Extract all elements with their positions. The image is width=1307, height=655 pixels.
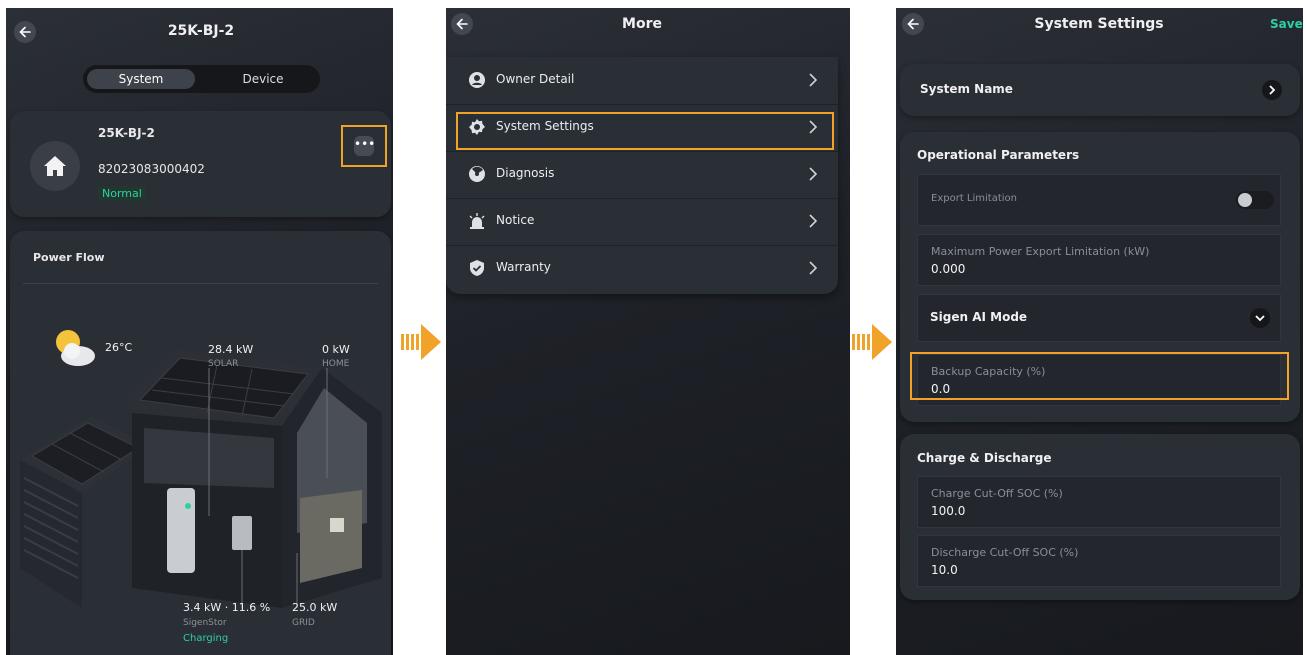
section-title: Operational Parameters (917, 148, 1080, 162)
menu-item-notice[interactable]: Notice (446, 198, 838, 246)
chevron-right-icon (1262, 80, 1282, 100)
field-label: Charge Cut-Off SOC (%) (931, 487, 1063, 500)
battery-label: SigenStor (183, 618, 227, 628)
chevron-right-icon (809, 73, 818, 87)
back-button[interactable] (14, 21, 36, 43)
system-name-row[interactable]: System Name (900, 64, 1300, 116)
grid-value: 25.0 kW (292, 601, 338, 614)
field-label: Sigen AI Mode (930, 310, 1028, 324)
field-value: 10.0 (931, 563, 958, 577)
menu-item-label: Notice (496, 213, 535, 227)
solar-label: SOLAR (208, 359, 239, 369)
grid-label: GRID (292, 618, 315, 628)
tab-system[interactable]: System (87, 69, 195, 89)
field-label: Discharge Cut-Off SOC (%) (931, 546, 1079, 559)
charge-discharge-card: Charge & Discharge Charge Cut-Off SOC (%… (900, 434, 1300, 600)
panel-system-settings: System Settings Save System Name Operati… (896, 8, 1303, 655)
arrow-right-icon (852, 324, 892, 360)
more-options-highlight: ••• (341, 125, 387, 167)
export-limitation-row[interactable]: Export Limitation (917, 174, 1281, 226)
menu-item-diagnosis[interactable]: Diagnosis (446, 151, 838, 199)
field-value: 0.000 (931, 262, 966, 276)
field-value: 100.0 (931, 504, 966, 518)
site-id: 82023083000402 (98, 162, 205, 176)
back-button[interactable] (451, 13, 473, 35)
chevron-right-icon (809, 261, 818, 275)
tab-device[interactable]: Device (213, 69, 313, 89)
status-badge: Normal (98, 186, 146, 201)
person-icon (469, 72, 485, 88)
page-title: More (622, 16, 662, 32)
diagnosis-icon (469, 166, 485, 182)
panel-system-overview: 25K-BJ-2 System Device 25K-BJ-2 82023083… (6, 8, 393, 655)
menu-item-owner-detail[interactable]: Owner Detail (446, 57, 838, 105)
battery-value: 3.4 kW · 11.6 % (183, 601, 271, 614)
alarm-icon (469, 213, 485, 229)
chevron-down-icon (1250, 308, 1270, 328)
menu-item-label: Warranty (496, 260, 551, 274)
power-flow-title: Power Flow (33, 251, 105, 264)
chevron-right-icon (809, 167, 818, 181)
site-card[interactable]: 25K-BJ-2 82023083000402 Normal (10, 111, 391, 217)
more-menu: Owner Detail System Settings Diagnosis N… (446, 57, 838, 294)
system-name-label: System Name (920, 82, 1013, 96)
home-icon (30, 141, 80, 191)
more-options-icon[interactable]: ••• (354, 136, 375, 156)
home-value: 0 kW (322, 343, 350, 356)
highlight-system-settings (456, 112, 834, 150)
export-limitation-toggle[interactable] (1236, 191, 1274, 209)
arrow-right-icon (401, 324, 441, 360)
page-title: System Settings (1034, 16, 1164, 32)
ai-mode-dropdown[interactable]: Sigen AI Mode (917, 294, 1281, 342)
home-label: HOME (322, 359, 350, 369)
back-button[interactable] (902, 13, 924, 35)
page-title: 25K-BJ-2 (167, 23, 235, 39)
site-name: 25K-BJ-2 (98, 126, 155, 140)
save-button[interactable]: Save (1270, 17, 1303, 31)
divider (23, 283, 378, 284)
highlight-backup-capacity (910, 352, 1289, 400)
menu-item-label: Diagnosis (496, 166, 555, 180)
arrow-left-icon (456, 18, 468, 30)
max-export-field[interactable]: Maximum Power Export Limitation (kW) 0.0… (917, 234, 1281, 286)
field-label: Maximum Power Export Limitation (kW) (931, 245, 1150, 258)
field-label: Export Limitation (931, 193, 1017, 204)
house-illustration (20, 348, 382, 608)
panel-more-menu: More Owner Detail System Settings Diagno… (446, 8, 850, 655)
charge-cutoff-field[interactable]: Charge Cut-Off SOC (%) 100.0 (917, 476, 1281, 528)
arrow-left-icon (19, 26, 31, 38)
shield-icon (470, 260, 484, 276)
segmented-control: System Device (83, 65, 320, 93)
menu-item-label: Owner Detail (496, 72, 575, 86)
discharge-cutoff-field[interactable]: Discharge Cut-Off SOC (%) 10.0 (917, 535, 1281, 587)
solar-value: 28.4 kW (208, 343, 254, 356)
battery-state: Charging (183, 633, 229, 644)
menu-item-warranty[interactable]: Warranty (446, 245, 838, 292)
arrow-left-icon (907, 18, 919, 30)
section-title: Charge & Discharge (917, 451, 1052, 465)
chevron-right-icon (809, 214, 818, 228)
